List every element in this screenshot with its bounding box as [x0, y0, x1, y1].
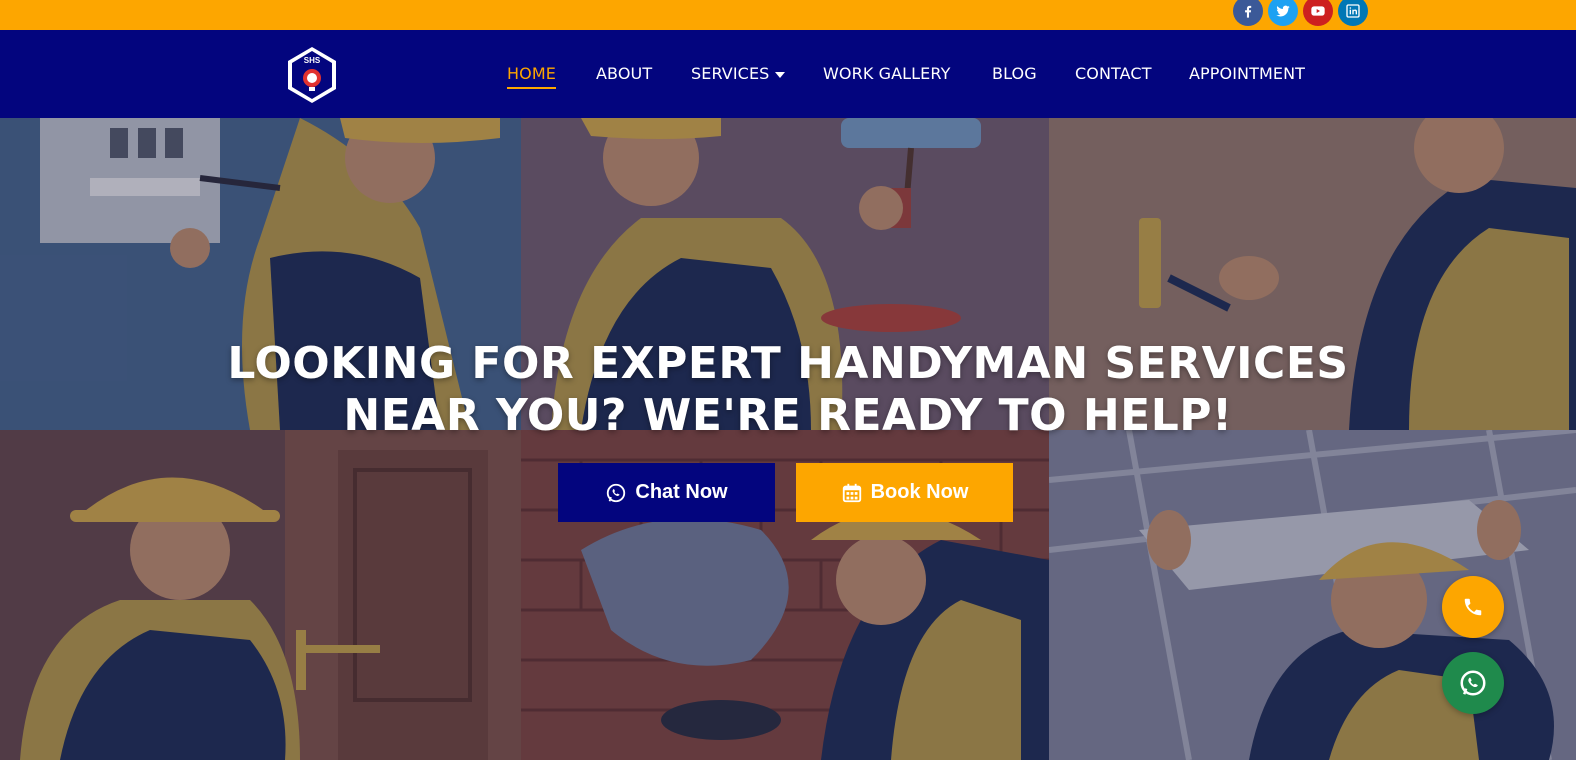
calendar-icon: [842, 483, 861, 502]
hero-section: LOOKING FOR EXPERT HANDYMAN SERVICES NEA…: [0, 118, 1576, 760]
book-now-button[interactable]: Book Now: [796, 463, 1013, 522]
youtube-icon[interactable]: [1303, 0, 1333, 26]
linkedin-icon[interactable]: [1338, 0, 1368, 26]
nav-blog[interactable]: BLOG: [992, 64, 1037, 83]
hero-headline-line1: LOOKING FOR EXPERT HANDYMAN SERVICES: [227, 338, 1349, 389]
whatsapp-floating-button[interactable]: [1442, 652, 1504, 714]
chat-now-button[interactable]: Chat Now: [558, 463, 775, 522]
nav-contact[interactable]: CONTACT: [1075, 64, 1152, 83]
chat-now-label: Chat Now: [635, 481, 728, 503]
main-navbar: SHS HOME ABOUT SERVICES WORK GALLERY BLO…: [0, 30, 1576, 118]
site-logo[interactable]: SHS: [282, 45, 342, 105]
logo-text: SHS: [304, 56, 321, 65]
nav-home[interactable]: HOME: [507, 64, 556, 89]
whatsapp-icon: [1460, 670, 1486, 696]
book-now-label: Book Now: [870, 481, 969, 503]
chevron-down-icon: [775, 71, 786, 78]
hero-headline-line2: NEAR YOU? WE'RE READY TO HELP!: [343, 390, 1233, 441]
phone-icon: [1464, 598, 1482, 616]
twitter-icon[interactable]: [1268, 0, 1298, 26]
nav-work-gallery[interactable]: WORK GALLERY: [823, 64, 950, 83]
whatsapp-icon: [607, 483, 626, 502]
hero-image-door-repair: [0, 430, 521, 760]
call-floating-button[interactable]: [1442, 576, 1504, 638]
nav-about[interactable]: ABOUT: [596, 64, 652, 83]
nav-services[interactable]: SERVICES: [691, 64, 786, 83]
nav-services-label: SERVICES: [691, 64, 770, 83]
facebook-icon[interactable]: [1233, 0, 1263, 26]
nav-appointment[interactable]: APPOINTMENT: [1189, 64, 1305, 83]
top-bar: [0, 0, 1576, 30]
